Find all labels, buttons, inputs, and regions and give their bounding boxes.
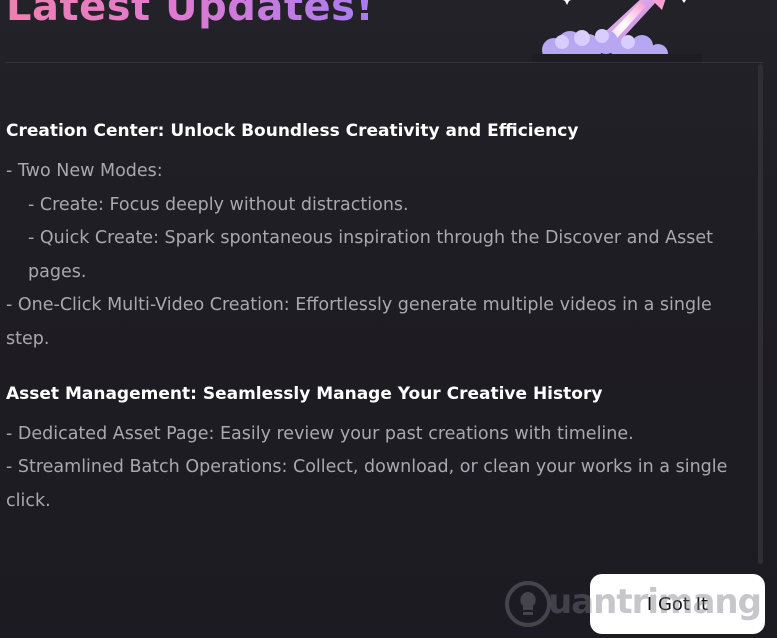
list-item: - One-Click Multi-Video Creation: Effort… <box>6 295 712 349</box>
list-item: - Quick Create: Spark spontaneous inspir… <box>28 228 713 282</box>
list-item: - Dedicated Asset Page: Easily review yo… <box>6 423 634 444</box>
section-heading-asset-management: Asset Management: Seamlessly Manage Your… <box>6 383 603 404</box>
got-it-button[interactable]: I Got It <box>590 574 765 634</box>
dialog-title: Latest Updates! <box>6 0 374 30</box>
list-item: - Two New Modes: <box>6 161 163 181</box>
updates-dialog: Latest Updates! Creation Center: Unlock … <box>0 0 777 638</box>
list-item: - Streamlined Batch Operations: Collect,… <box>6 457 728 511</box>
rocket-launch-icon <box>532 0 702 64</box>
lightbulb-icon <box>505 581 551 627</box>
list-item: - Create: Focus deeply without distracti… <box>28 194 409 215</box>
section-heading-creation-center: Creation Center: Unlock Boundless Creati… <box>6 121 579 141</box>
scrollbar[interactable] <box>758 64 763 564</box>
header-divider <box>6 62 763 63</box>
updates-content[interactable]: Creation Center: Unlock Boundless Creati… <box>6 84 746 544</box>
